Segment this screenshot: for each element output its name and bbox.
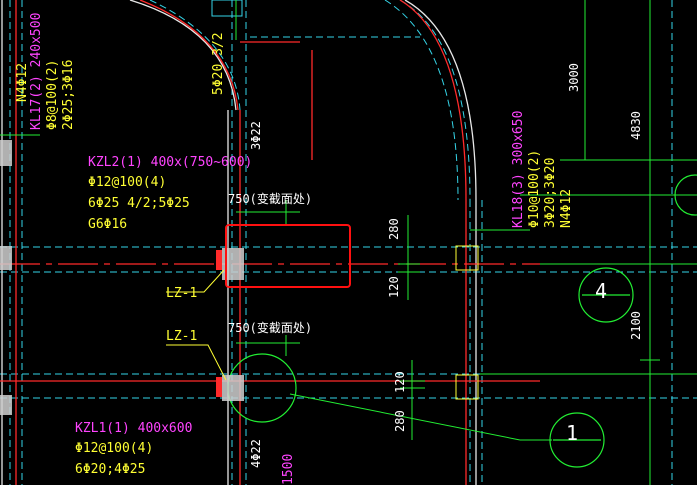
dimension-lines	[0, 0, 697, 485]
labels-yellow: Φ8@100(2) 2Φ25;3Φ16 N4Φ12 Φ12@100(4) 6Φ2…	[15, 32, 574, 477]
kzl2-stirrup: Φ12@100(4)	[88, 175, 166, 190]
beam-outlines	[0, 0, 697, 485]
red-curve-right	[399, 0, 467, 485]
kl18-rebar: 3Φ20;3Φ20	[543, 158, 558, 228]
column-left-3	[0, 395, 12, 415]
kl18-side-rebar: N4Φ12	[559, 189, 574, 228]
axis-label-4: 4	[595, 279, 607, 303]
kzl1-stirrup: Φ12@100(4)	[75, 441, 153, 456]
kl17-name: KL17(2) 240x500	[29, 13, 44, 130]
col-rebar-top: 5Φ20 3/2	[211, 32, 226, 95]
kl18-name: KL18(3) 300x650	[511, 111, 526, 228]
beam-arc-right-outer	[399, 0, 471, 201]
axis-label-1: 1	[566, 421, 578, 445]
top-column-outline	[211, 0, 243, 17]
section-change-mid: 750(变截面处)	[228, 320, 312, 335]
col-rebar-bottom: 4Φ22	[249, 439, 263, 468]
dim-120-top: 120	[387, 276, 401, 298]
kzl2-name: KZL2(1) 400x(750~600)	[88, 155, 252, 170]
column-left-1	[0, 140, 12, 166]
dim-4830: 4830	[629, 111, 643, 140]
lz1-lower-leader	[166, 344, 227, 381]
kzl2-rebar: 6Φ25 4/2;5Φ25	[88, 196, 190, 211]
column-kl18-upper	[455, 245, 479, 271]
kl17-rebar: 2Φ25;3Φ16	[61, 60, 76, 130]
labels-magenta: KL17(2) 240x500 KZL2(1) 400x(750~600) KL…	[29, 13, 526, 485]
dim-2100: 2100	[629, 311, 643, 340]
cad-drawing: KL17(2) 240x500 KZL2(1) 400x(750~600) KL…	[0, 0, 697, 485]
column-rebar-mark-2	[216, 377, 222, 397]
kl17-stirrup: Φ8@100(2)	[45, 60, 60, 130]
kzl2-side-rebar: G6Φ16	[88, 217, 127, 232]
lz1-lower-label[interactable]: LZ-1	[166, 329, 197, 344]
section-change-top: 750(变截面处)	[228, 191, 312, 206]
n4-left: N4Φ12	[15, 63, 30, 102]
kzl1-rebar: 6Φ20;4Φ25	[75, 462, 145, 477]
highlight-box[interactable]	[225, 224, 351, 288]
dim-3000: 3000	[567, 63, 581, 92]
column-kl18-lower	[455, 374, 479, 400]
kzl1-name: KZL1(1) 400x600	[75, 421, 192, 436]
drawing-canvas: KL17(2) 240x500 KZL2(1) 400x(750~600) KL…	[0, 0, 697, 485]
column-left-2	[0, 246, 12, 270]
beam-arc-right-inner	[384, 0, 459, 201]
dim-280-bottom: 280	[393, 410, 407, 432]
col-rebar-side: 3Φ22	[249, 121, 263, 150]
kl18-stirrup: Φ10@100(2)	[527, 150, 542, 228]
column-rebar-mark	[216, 250, 222, 270]
dim-120-bottom: 120	[393, 371, 407, 393]
dim-1500: 1500	[281, 454, 296, 485]
lz1-upper-label[interactable]: LZ-1	[166, 286, 197, 301]
dim-280-top: 280	[387, 218, 401, 240]
